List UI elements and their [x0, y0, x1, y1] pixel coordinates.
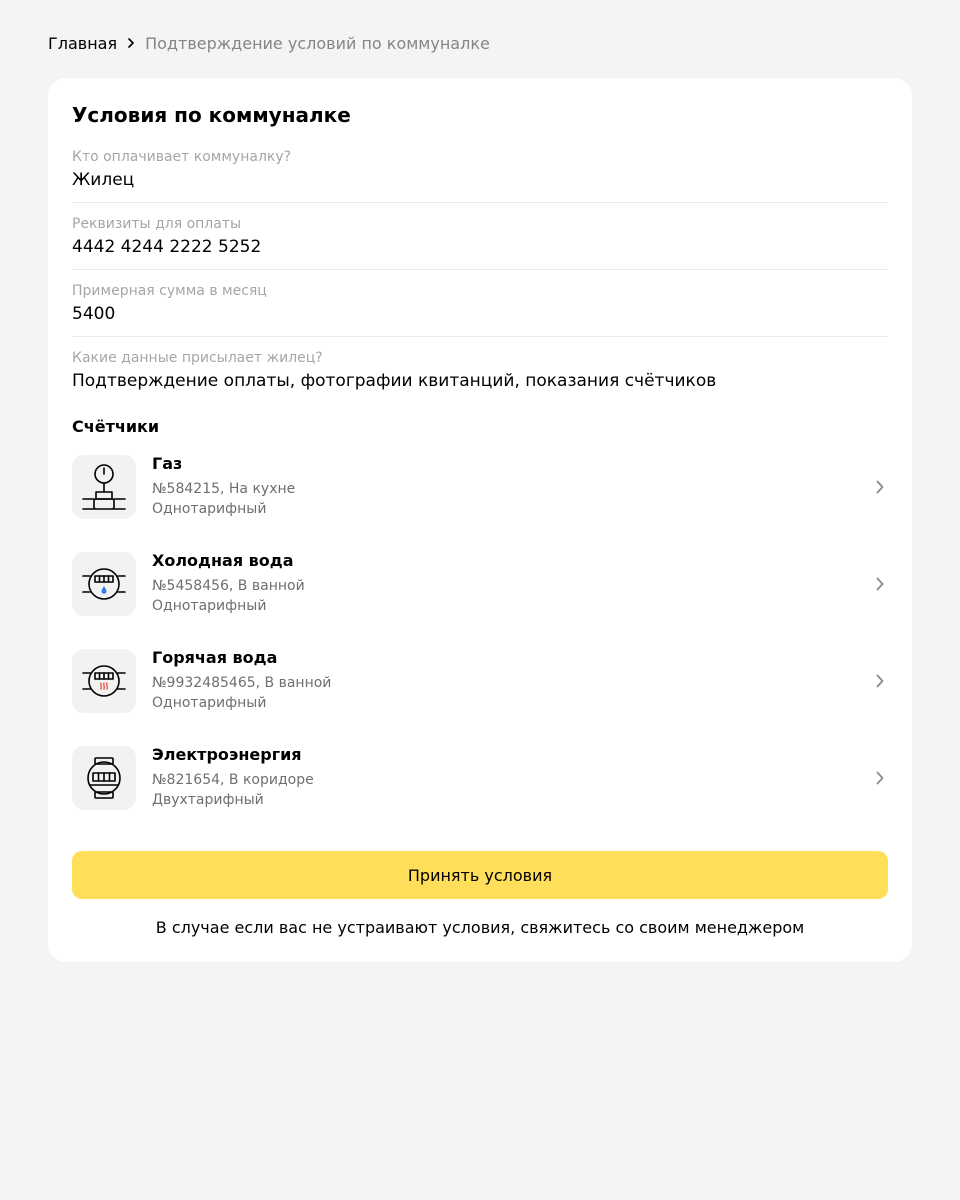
meter-name: Холодная вода [152, 551, 294, 570]
meter-item-cold-water[interactable]: Холодная вода №5458456, В ванной Однотар… [72, 551, 888, 617]
breadcrumb: Главная Подтверждение условий по коммуна… [48, 32, 490, 54]
meter-info: №5458456, В ванной [152, 578, 305, 594]
meter-info: №9932485465, В ванной [152, 675, 332, 691]
meter-tariff: Двухтарифный [152, 792, 264, 808]
meter-name: Горячая вода [152, 648, 278, 667]
meter-tariff: Однотарифный [152, 598, 267, 614]
field-label: Примерная сумма в месяц [72, 283, 267, 299]
divider [72, 269, 888, 270]
breadcrumb-home-link[interactable]: Главная [48, 34, 117, 53]
field-value: 5400 [72, 304, 116, 324]
meter-info: №584215, На кухне [152, 481, 296, 497]
manager-contact-note: В случае если вас не устраивают условия,… [155, 918, 805, 937]
meter-item-electricity[interactable]: Электроэнергия №821654, В коридоре Двухт… [72, 745, 888, 811]
meter-name: Электроэнергия [152, 745, 302, 764]
field-tenant-data: Какие данные присылает жилец? Подтвержде… [72, 349, 888, 393]
divider [72, 202, 888, 203]
meter-tariff: Однотарифный [152, 695, 267, 711]
hot-water-meter-icon [72, 649, 136, 713]
field-value: Подтверждение оплаты, фотографии квитанц… [72, 371, 717, 391]
accept-conditions-button[interactable]: Принять условия [72, 851, 888, 899]
meter-tariff: Однотарифный [152, 501, 267, 517]
card-title: Условия по коммуналке [72, 103, 351, 127]
meter-item-hot-water[interactable]: Горячая вода №9932485465, В ванной Однот… [72, 648, 888, 714]
field-who-pays: Кто оплачивает коммуналку? Жилец [72, 148, 888, 192]
electricity-meter-icon [72, 746, 136, 810]
field-monthly-amount: Примерная сумма в месяц 5400 [72, 282, 888, 326]
field-value: Жилец [72, 170, 135, 190]
chevron-right-icon [117, 32, 145, 54]
utility-conditions-card: Условия по коммуналке Кто оплачивает ком… [48, 78, 912, 962]
meter-info: №821654, В коридоре [152, 772, 314, 788]
field-payment-details: Реквизиты для оплаты 4442 4244 2222 5252 [72, 215, 888, 259]
meter-item-gas[interactable]: Газ №584215, На кухне Однотарифный [72, 454, 888, 520]
meters-section-title: Счётчики [72, 417, 160, 436]
field-label: Реквизиты для оплаты [72, 216, 242, 232]
breadcrumb-current: Подтверждение условий по коммуналке [145, 33, 490, 53]
chevron-right-icon [872, 671, 888, 691]
chevron-right-icon [872, 768, 888, 788]
divider [72, 336, 888, 337]
chevron-right-icon [872, 477, 888, 497]
gas-meter-icon [72, 455, 136, 519]
field-label: Кто оплачивает коммуналку? [72, 149, 292, 165]
cold-water-meter-icon [72, 552, 136, 616]
meter-name: Газ [152, 454, 183, 473]
field-value: 4442 4244 2222 5252 [72, 237, 262, 257]
field-label: Какие данные присылает жилец? [72, 350, 323, 366]
chevron-right-icon [872, 574, 888, 594]
